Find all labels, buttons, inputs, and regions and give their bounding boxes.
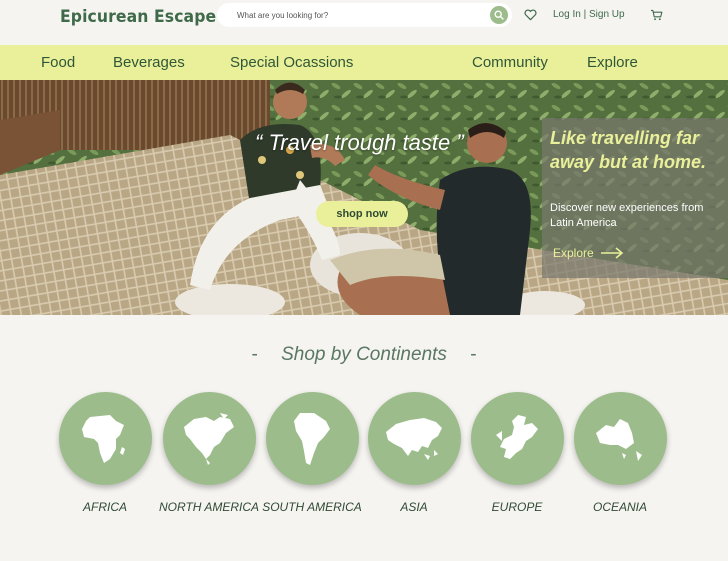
- continent-circle[interactable]: [367, 392, 461, 485]
- continent-circle[interactable]: [470, 392, 564, 485]
- continent-circle[interactable]: [265, 392, 359, 485]
- continent-label: SOUTH AMERICA: [262, 500, 362, 514]
- search-icon: [494, 10, 504, 20]
- continent-label: ASIA: [400, 500, 428, 514]
- signup-link[interactable]: Sign Up: [589, 9, 625, 20]
- section-title-text: Shop by Continents: [281, 344, 447, 365]
- main-nav: Food Beverages Special Ocassions Communi…: [0, 45, 728, 80]
- continent-label: EUROPE: [491, 500, 543, 514]
- section-title: - Shop by Continents -: [0, 344, 728, 366]
- header: Epicurean Escape Log In | Sign Up: [0, 0, 728, 44]
- logo[interactable]: Epicurean Escape: [60, 7, 216, 27]
- africa-map-icon: [82, 414, 125, 463]
- south-america-map-icon: [294, 412, 330, 465]
- promo-panel: Like travelling far away but at home. Di…: [542, 118, 728, 278]
- europe-map-icon: [496, 414, 538, 459]
- nav-item-explore[interactable]: Explore: [587, 54, 638, 71]
- arrow-right-icon: [600, 247, 623, 259]
- continent-circle[interactable]: [573, 392, 667, 485]
- promo-explore-link[interactable]: Explore: [553, 244, 624, 262]
- cart-icon[interactable]: [650, 9, 663, 21]
- asia-map-icon: [386, 417, 442, 460]
- auth-links: Log In | Sign Up: [553, 9, 625, 20]
- north-america-map-icon: [184, 412, 234, 465]
- auth-separator: |: [583, 9, 587, 20]
- continent-card-south-america[interactable]: SOUTH AMERICA: [262, 392, 362, 515]
- hero-quote: “ Travel trough taste ”: [255, 130, 464, 155]
- continent-label: NORTH AMERICA: [159, 500, 260, 514]
- title-dash-left: -: [251, 344, 258, 365]
- continent-label: OCEANIA: [592, 500, 647, 514]
- continent-card-oceania[interactable]: OCEANIA: [570, 392, 670, 515]
- search-button[interactable]: [490, 6, 508, 24]
- nav-item-community[interactable]: Community: [472, 54, 548, 71]
- oceania-map-icon: [596, 418, 642, 461]
- promo-text: Discover new experiences from Latin Amer…: [550, 202, 704, 229]
- promo-heading: Like travelling far away but at home.: [550, 128, 707, 172]
- continent-card-africa[interactable]: AFRICA: [55, 392, 155, 515]
- nav-item-beverages[interactable]: Beverages: [113, 54, 185, 71]
- continent-label: AFRICA: [82, 500, 127, 514]
- search-input[interactable]: [237, 8, 477, 22]
- title-dash-right: -: [470, 344, 477, 365]
- continent-card-europe[interactable]: EUROPE: [467, 392, 567, 515]
- nav-item-special-occasions[interactable]: Special Ocassions: [230, 54, 353, 71]
- login-link[interactable]: Log In: [553, 9, 581, 20]
- promo-explore-label: Explore: [553, 246, 594, 260]
- search-bar[interactable]: [217, 3, 512, 27]
- continent-circle[interactable]: [58, 392, 152, 485]
- continent-card-north-america[interactable]: NORTH AMERICA: [159, 392, 259, 515]
- nav-item-food[interactable]: Food: [41, 54, 75, 71]
- continent-circle[interactable]: [162, 392, 256, 485]
- page: Epicurean Escape Log In | Sign Up Food B…: [0, 0, 728, 561]
- shop-now-button[interactable]: shop now: [316, 201, 408, 227]
- heart-icon[interactable]: [524, 9, 537, 21]
- continent-card-asia[interactable]: ASIA: [364, 392, 464, 515]
- hero-banner: “ Travel trough taste ” shop now Like tr…: [0, 80, 728, 315]
